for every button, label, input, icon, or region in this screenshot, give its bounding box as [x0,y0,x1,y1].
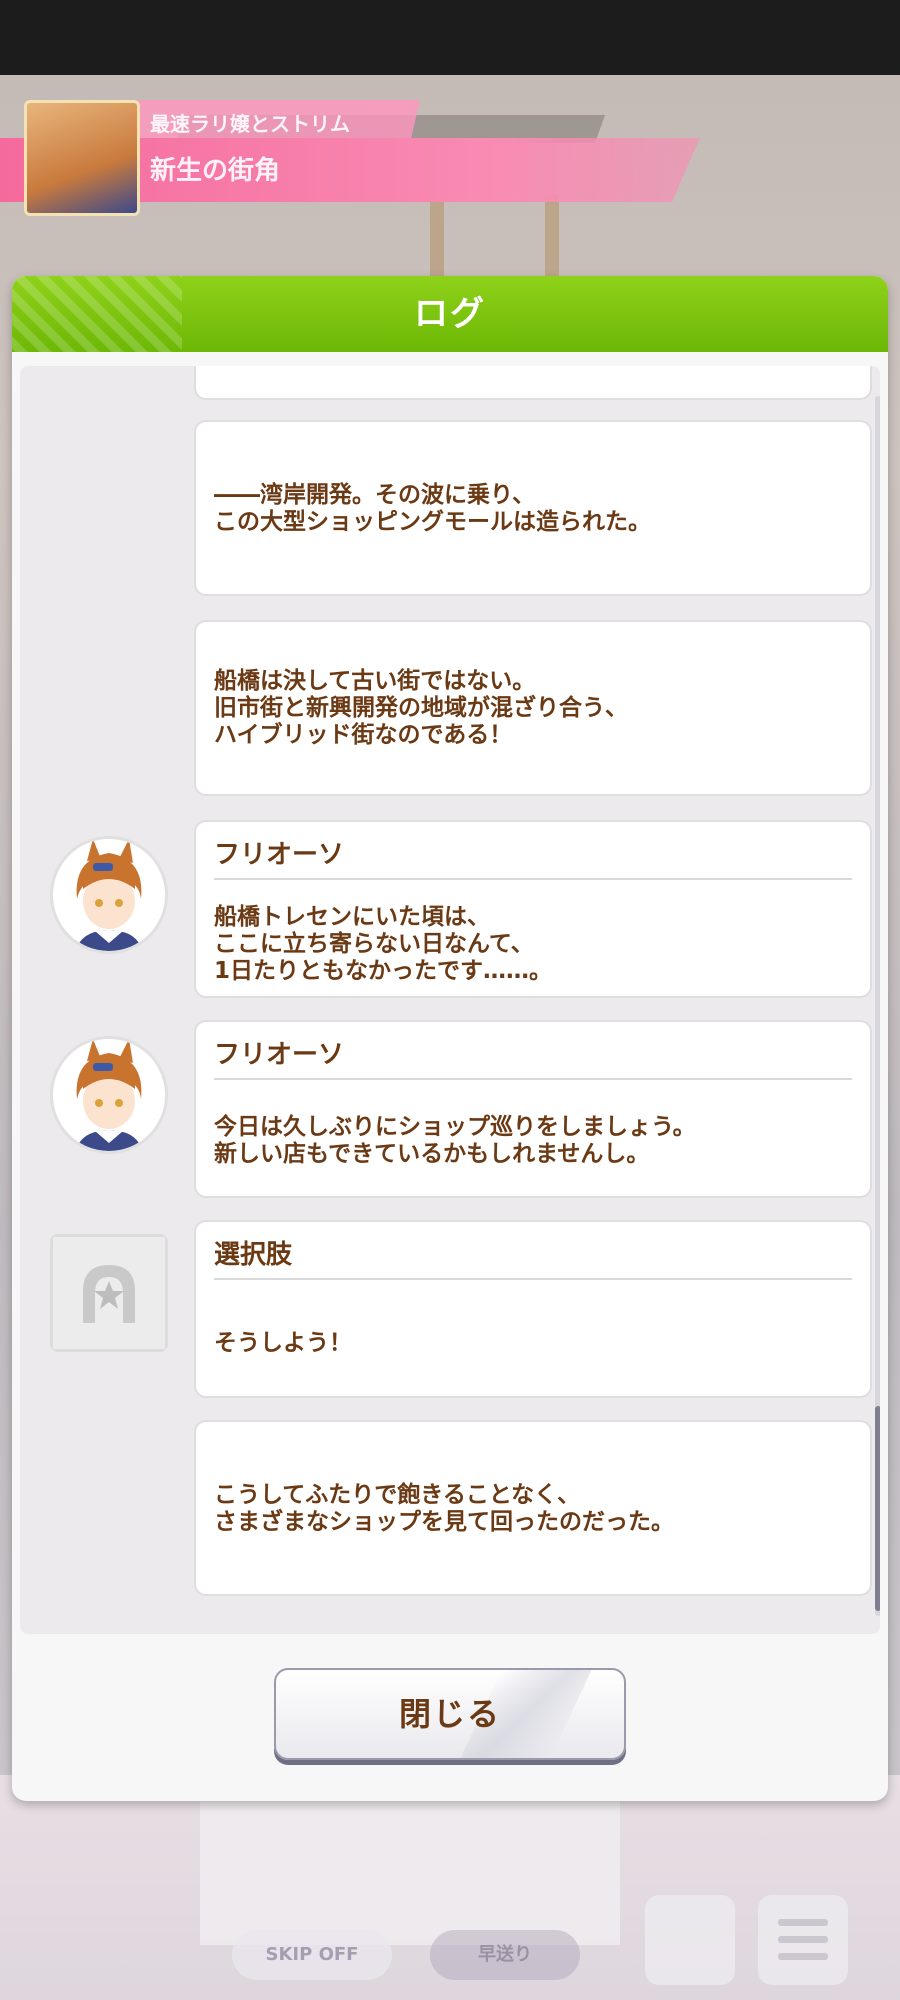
log-entry-narration [194,366,872,400]
log-text: こうしてふたりで飽きることなく、 さまざまなショップを見て回ったのだった。 [214,1482,674,1535]
log-entry-choice: 選択肢 そうしよう！ [194,1220,872,1398]
horseshoe-star-icon [53,1237,165,1349]
choice-avatar [50,1234,168,1352]
dialog-header: ログ [12,276,888,352]
log-entry-narration: ――湾岸開発。その波に乗り、 この大型ショッピングモールは造られた。 [194,420,872,596]
menu-icon-line [778,1953,828,1960]
log-text: 船橋は決して古い街ではない。 旧市街と新興開発の地域が混ざり合う、 ハイブリッド… [214,668,628,748]
story-subtitle: 最速ラリ嬢とストリム [150,112,350,136]
log-entry-narration: 船橋は決して古い街ではない。 旧市街と新興開発の地域が混ざり合う、 ハイブリッド… [194,620,872,796]
log-list[interactable]: ――湾岸開発。その波に乗り、 この大型ショッピングモールは造られた。 船橋は決し… [20,366,880,1634]
log-entry-dialogue: フリオーソ 船橋トレセンにいた頃は、 ここに立ち寄らない日なんて、 1日たりとも… [194,820,872,998]
speaker-name: フリオーソ [214,840,345,870]
log-button[interactable] [645,1895,735,1985]
close-button-label: 閉じる [398,1695,501,1733]
speaker-divider [214,1078,852,1080]
menu-button[interactable] [758,1895,848,1985]
fast-forward-button[interactable]: 早送り [430,1930,580,1980]
log-dialog: ログ ――湾岸開発。その波に乗り、 この大型ショッピングモールは造られた。 船橋… [12,276,888,1801]
speaker-divider [214,878,852,880]
speaker-name: 選択肢 [214,1240,293,1270]
character-thumbnail [24,100,140,216]
log-text: そうしよう！ [214,1330,352,1356]
character-avatar [50,836,168,954]
character-avatar [50,1036,168,1154]
log-entry-dialogue: フリオーソ 今日は久しぶりにショップ巡りをしましょう。 新しい店もできているかも… [194,1020,872,1198]
log-text: 今日は久しぶりにショップ巡りをしましょう。 新しい店もできているかもしれませんし… [214,1114,696,1167]
log-text: 船橋トレセンにいた頃は、 ここに立ち寄らない日なんて、 1日たりともなかったです… [214,904,553,984]
skip-toggle-button[interactable]: SKIP OFF [232,1930,392,1980]
log-entry-narration: こうしてふたりで飽きることなく、 さまざまなショップを見て回ったのだった。 [194,1420,872,1596]
story-location: 新生の街角 [150,156,281,186]
shop-front [200,1795,620,1945]
close-button[interactable]: 閉じる [274,1668,626,1760]
dialog-title: ログ [414,294,486,334]
menu-icon-line [778,1936,828,1943]
menu-icon-line [778,1919,828,1926]
speaker-name: フリオーソ [214,1040,345,1070]
scrollbar-thumb[interactable] [875,1406,880,1611]
furioso-portrait-icon [53,839,165,951]
furioso-portrait-icon [53,1039,165,1151]
speaker-divider [214,1278,852,1280]
log-text: ――湾岸開発。その波に乗り、 この大型ショッピングモールは造られた。 [214,482,651,535]
log-scrollbar[interactable] [875,396,880,1616]
story-name-plate: 最速ラリ嬢とストリム 新生の街角 [0,100,700,216]
